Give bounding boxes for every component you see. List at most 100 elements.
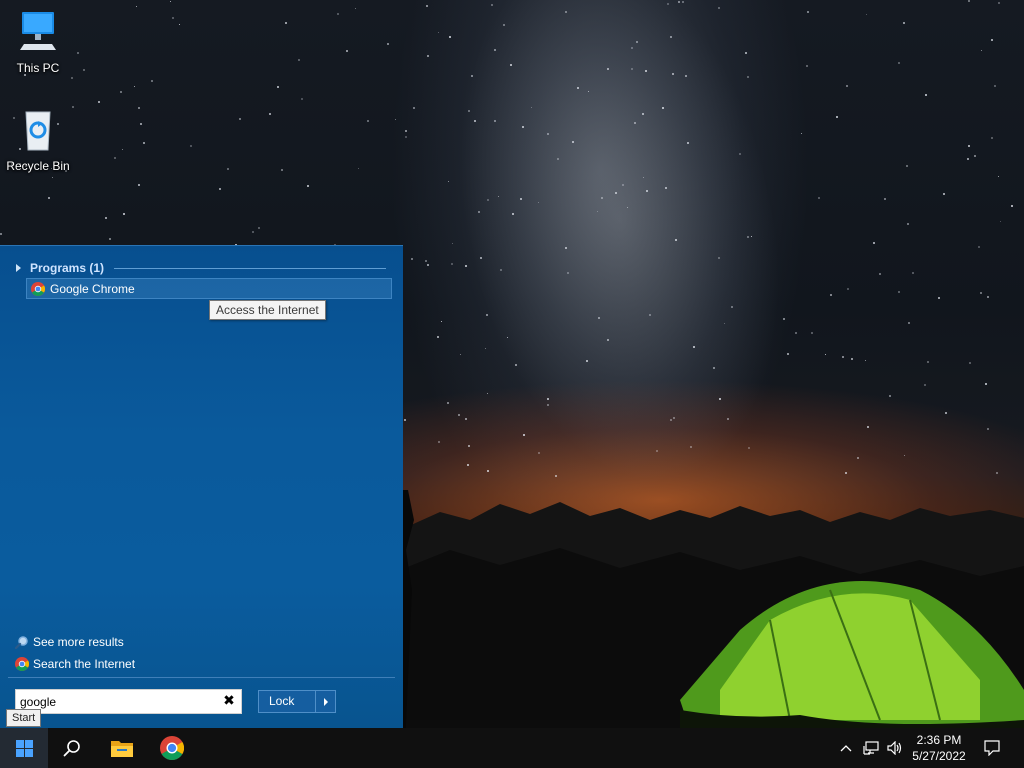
star [994,85,996,87]
star [523,434,525,436]
star [718,257,720,259]
desktop-icon-recycle-bin[interactable]: Recycle Bin [0,108,76,173]
star [811,332,813,334]
star [510,64,512,66]
star [48,197,50,199]
star [631,68,633,70]
see-more-results-link[interactable]: See more results [15,633,124,651]
star [471,75,473,77]
star [865,360,866,361]
star [889,395,891,397]
search-the-internet-link[interactable]: Search the Internet [15,655,135,673]
star [151,80,153,82]
desktop-icon-label: This PC [16,61,60,75]
star [538,202,539,203]
star [487,393,488,394]
star [670,36,672,38]
search-input[interactable] [16,690,216,713]
star [503,24,505,26]
star [367,120,369,122]
star [427,264,429,266]
star [170,1,171,2]
show-hidden-icons-button[interactable] [836,728,856,768]
star [685,75,687,77]
star [515,364,517,366]
star [474,120,476,122]
star [337,13,339,15]
result-google-chrome[interactable]: Google Chrome [26,278,392,299]
star [634,122,636,124]
star [724,323,725,324]
desktop-icon-this-pc[interactable]: This PC [0,10,76,75]
star [903,22,905,24]
star [807,11,809,13]
star [904,455,905,456]
power-options-arrow-button[interactable] [315,690,336,713]
star [675,239,677,241]
star [851,358,853,360]
star [925,94,927,96]
clock-time: 2:36 PM [916,733,962,747]
star [667,3,669,5]
star [1000,221,1001,222]
star [358,168,359,169]
star [866,14,867,15]
star [172,17,174,19]
star [588,91,589,92]
star [468,110,470,112]
star [109,238,111,240]
star [307,185,309,187]
star [411,258,413,260]
star [825,354,826,355]
star [867,426,869,428]
star [452,243,453,244]
star [485,348,486,349]
star [486,314,488,316]
star [547,398,549,400]
close-icon[interactable]: ✖ [222,694,236,708]
taskbar: 2:36 PM 5/27/2022 [0,728,1024,768]
volume-button[interactable] [884,728,906,768]
star [114,157,116,159]
star [656,450,658,452]
star [662,107,664,109]
star [908,322,910,324]
network-button[interactable] [860,728,882,768]
star [547,404,549,406]
star [460,354,461,355]
taskbar-chrome[interactable] [148,728,196,768]
star [857,457,859,459]
chrome-icon [15,657,29,671]
star [387,43,389,45]
star [981,50,982,51]
star [943,193,945,195]
windows-logo-icon [15,739,33,757]
star [980,292,982,294]
star [427,55,429,57]
star [487,470,489,472]
programs-group-header[interactable]: Programs (1) [16,260,386,276]
star [783,318,785,320]
start-search-box[interactable]: ✖ [15,689,242,714]
star [547,133,549,135]
start-button[interactable] [0,728,48,768]
star [665,187,667,189]
taskbar-clock[interactable]: 2:36 PM 5/27/2022 [906,732,972,764]
lock-button[interactable]: Lock [258,690,316,713]
star [687,142,689,144]
action-center-button[interactable] [976,728,1008,768]
green-tent [680,581,1024,740]
taskbar-file-explorer[interactable] [98,728,146,768]
star [643,177,644,178]
star [136,6,137,7]
taskbar-search-button[interactable] [48,728,96,768]
star [845,472,847,474]
star [607,68,609,70]
star [426,5,428,7]
star [615,192,617,194]
header-divider [114,267,386,269]
star [906,165,908,167]
star [138,107,140,109]
star [531,107,532,108]
star [927,361,929,363]
